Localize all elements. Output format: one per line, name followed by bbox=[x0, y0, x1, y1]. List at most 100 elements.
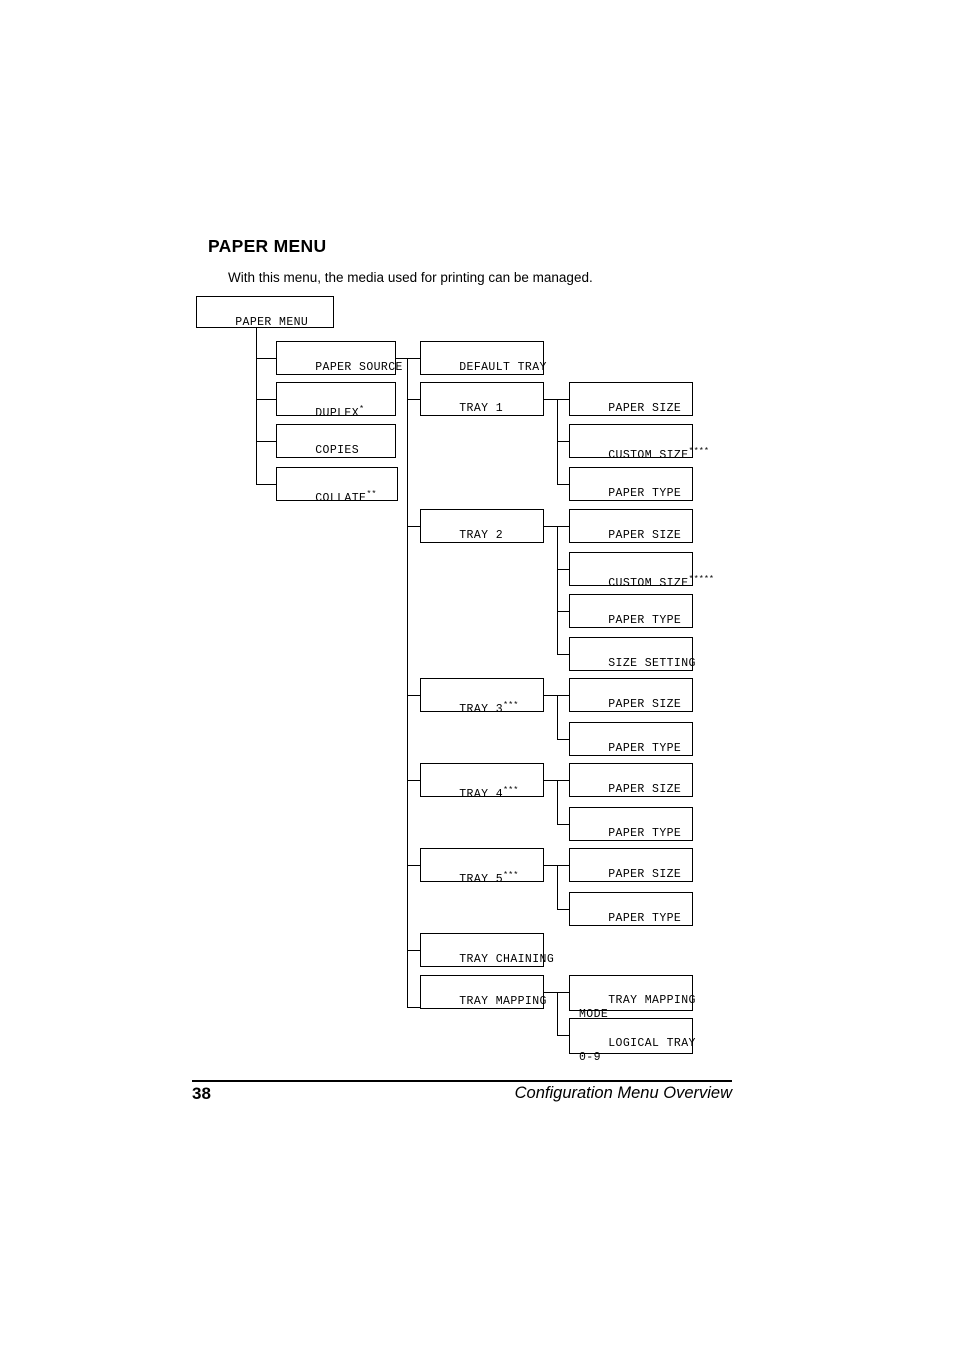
connector-tray2-to-paper-size bbox=[557, 526, 569, 527]
node-label: DUPLEX bbox=[315, 406, 360, 420]
connector-tray5-out bbox=[544, 865, 558, 866]
connector-to-tray-chaining bbox=[407, 950, 420, 951]
node-label: TRAY 2 bbox=[459, 529, 504, 542]
node-label: TRAY MAPPING MODE bbox=[579, 994, 696, 1021]
node-footnote-marker: ***** bbox=[688, 574, 715, 584]
node-label: COLLATE bbox=[315, 491, 367, 505]
connector-tray3-to-paper-type bbox=[557, 739, 569, 740]
node-label: PAPER SIZE bbox=[608, 783, 682, 796]
node-tray-4: TRAY 4*** bbox=[420, 763, 544, 801]
connector-tray2-vertical bbox=[557, 526, 558, 654]
connector-tray4-out bbox=[544, 780, 558, 781]
connector-to-default-tray bbox=[407, 358, 420, 359]
connector-tray-mapping-to-logical-tray bbox=[557, 1035, 569, 1036]
node-default-tray: DEFAULT TRAY bbox=[420, 341, 547, 375]
connector-tray3-to-paper-size bbox=[557, 695, 569, 696]
node-label: PAPER TYPE bbox=[608, 827, 682, 840]
node-footnote-marker: *** bbox=[503, 870, 519, 880]
node-tray2-paper-size: PAPER SIZE bbox=[569, 509, 693, 543]
node-collate: COLLATE** bbox=[276, 467, 398, 505]
connector-tray2-to-size-setting bbox=[557, 654, 569, 655]
node-tray5-paper-type: PAPER TYPE bbox=[569, 892, 693, 926]
node-label: PAPER SIZE bbox=[608, 402, 682, 415]
node-tray3-paper-type: PAPER TYPE bbox=[569, 722, 693, 756]
node-label: TRAY CHAINING bbox=[459, 953, 555, 966]
connector-tray2-to-paper-type bbox=[557, 611, 569, 612]
connector-tray5-to-paper-size bbox=[557, 865, 569, 866]
node-tray2-size-setting: SIZE SETTING bbox=[569, 637, 696, 671]
connector-tray1-out bbox=[544, 399, 558, 400]
node-tray1-custom-size: CUSTOM SIZE**** bbox=[569, 424, 709, 462]
node-paper-source: PAPER SOURCE bbox=[276, 341, 402, 375]
node-tray-chaining: TRAY CHAINING bbox=[420, 933, 554, 967]
node-label: CUSTOM SIZE bbox=[608, 448, 689, 462]
node-tray-mapping: TRAY MAPPING bbox=[420, 975, 547, 1009]
node-tray5-paper-size: PAPER SIZE bbox=[569, 848, 693, 882]
node-label: CUSTOM SIZE bbox=[608, 576, 689, 590]
node-label: LOGICAL TRAY 0-9 bbox=[579, 1037, 696, 1064]
node-label: DEFAULT TRAY bbox=[459, 361, 547, 374]
connector-tray3-out bbox=[544, 695, 558, 696]
node-label: SIZE SETTING bbox=[608, 657, 696, 670]
node-label: PAPER SIZE bbox=[608, 868, 682, 881]
connector-to-tray-3 bbox=[407, 695, 420, 696]
connector-to-tray-mapping bbox=[407, 1007, 420, 1008]
connector-tray1-to-paper-type bbox=[557, 484, 569, 485]
page-title: PAPER MENU bbox=[208, 236, 327, 256]
node-tray1-paper-size: PAPER SIZE bbox=[569, 382, 693, 416]
node-label: TRAY 1 bbox=[459, 402, 504, 415]
node-label: PAPER TYPE bbox=[608, 487, 682, 500]
node-tray4-paper-size: PAPER SIZE bbox=[569, 763, 693, 797]
connector-tray2-to-custom-size bbox=[557, 569, 569, 570]
connector-tray4-vertical bbox=[557, 780, 558, 825]
node-label: TRAY 5 bbox=[459, 872, 504, 886]
connector-level2-vertical bbox=[407, 358, 408, 1008]
node-footnote-marker: *** bbox=[503, 785, 519, 795]
node-tray-3: TRAY 3*** bbox=[420, 678, 544, 716]
node-label: TRAY 3 bbox=[459, 702, 504, 716]
node-label: PAPER TYPE bbox=[608, 912, 682, 925]
connector-tray-mapping-vertical bbox=[557, 992, 558, 1035]
node-label: PAPER TYPE bbox=[608, 614, 682, 627]
node-footnote-marker: *** bbox=[503, 700, 519, 710]
footer-divider bbox=[192, 1080, 732, 1082]
node-tray3-paper-size: PAPER SIZE bbox=[569, 678, 693, 712]
connector-to-tray-1 bbox=[407, 399, 420, 400]
node-tray-mapping-mode: TRAY MAPPING MODE bbox=[569, 975, 695, 1021]
connector-root-vertical bbox=[256, 328, 257, 484]
connector-tray5-to-paper-type bbox=[557, 909, 569, 910]
footer-page-number: 38 bbox=[192, 1084, 211, 1103]
node-footnote-marker: ** bbox=[366, 489, 377, 499]
connector-tray5-vertical bbox=[557, 865, 558, 910]
connector-root-to-collate bbox=[256, 484, 276, 485]
connector-tray1-to-paper-size bbox=[557, 399, 569, 400]
node-logical-tray: LOGICAL TRAY 0-9 bbox=[569, 1018, 695, 1064]
node-tray-1: TRAY 1 bbox=[420, 382, 544, 416]
node-tray-2: TRAY 2 bbox=[420, 509, 544, 543]
node-duplex: DUPLEX* bbox=[276, 382, 396, 420]
node-label: TRAY 4 bbox=[459, 787, 504, 801]
node-tray2-paper-type: PAPER TYPE bbox=[569, 594, 693, 628]
node-label: PAPER MENU bbox=[235, 316, 309, 329]
node-label: PAPER SIZE bbox=[608, 529, 682, 542]
node-copies: COPIES bbox=[276, 424, 396, 458]
node-tray4-paper-type: PAPER TYPE bbox=[569, 807, 693, 841]
connector-to-tray-4 bbox=[407, 780, 420, 781]
intro-paragraph: With this menu, the media used for print… bbox=[228, 270, 593, 285]
node-label: PAPER TYPE bbox=[608, 742, 682, 755]
node-label: TRAY MAPPING bbox=[459, 995, 547, 1008]
connector-tray4-to-paper-size bbox=[557, 780, 569, 781]
node-tray1-paper-type: PAPER TYPE bbox=[569, 467, 693, 501]
node-label: COPIES bbox=[315, 444, 360, 457]
node-footnote-marker: **** bbox=[688, 446, 709, 456]
connector-tray4-to-paper-type bbox=[557, 824, 569, 825]
connector-root-to-paper-source bbox=[256, 358, 276, 359]
connector-tray1-to-custom-size bbox=[557, 441, 569, 442]
connector-tray-mapping-out bbox=[544, 992, 558, 993]
connector-tray2-out bbox=[544, 526, 558, 527]
node-label: PAPER SOURCE bbox=[315, 361, 403, 374]
connector-to-tray-2 bbox=[407, 526, 420, 527]
connector-tray3-vertical bbox=[557, 695, 558, 740]
node-label: PAPER SIZE bbox=[608, 698, 682, 711]
node-footnote-marker: * bbox=[359, 404, 365, 414]
